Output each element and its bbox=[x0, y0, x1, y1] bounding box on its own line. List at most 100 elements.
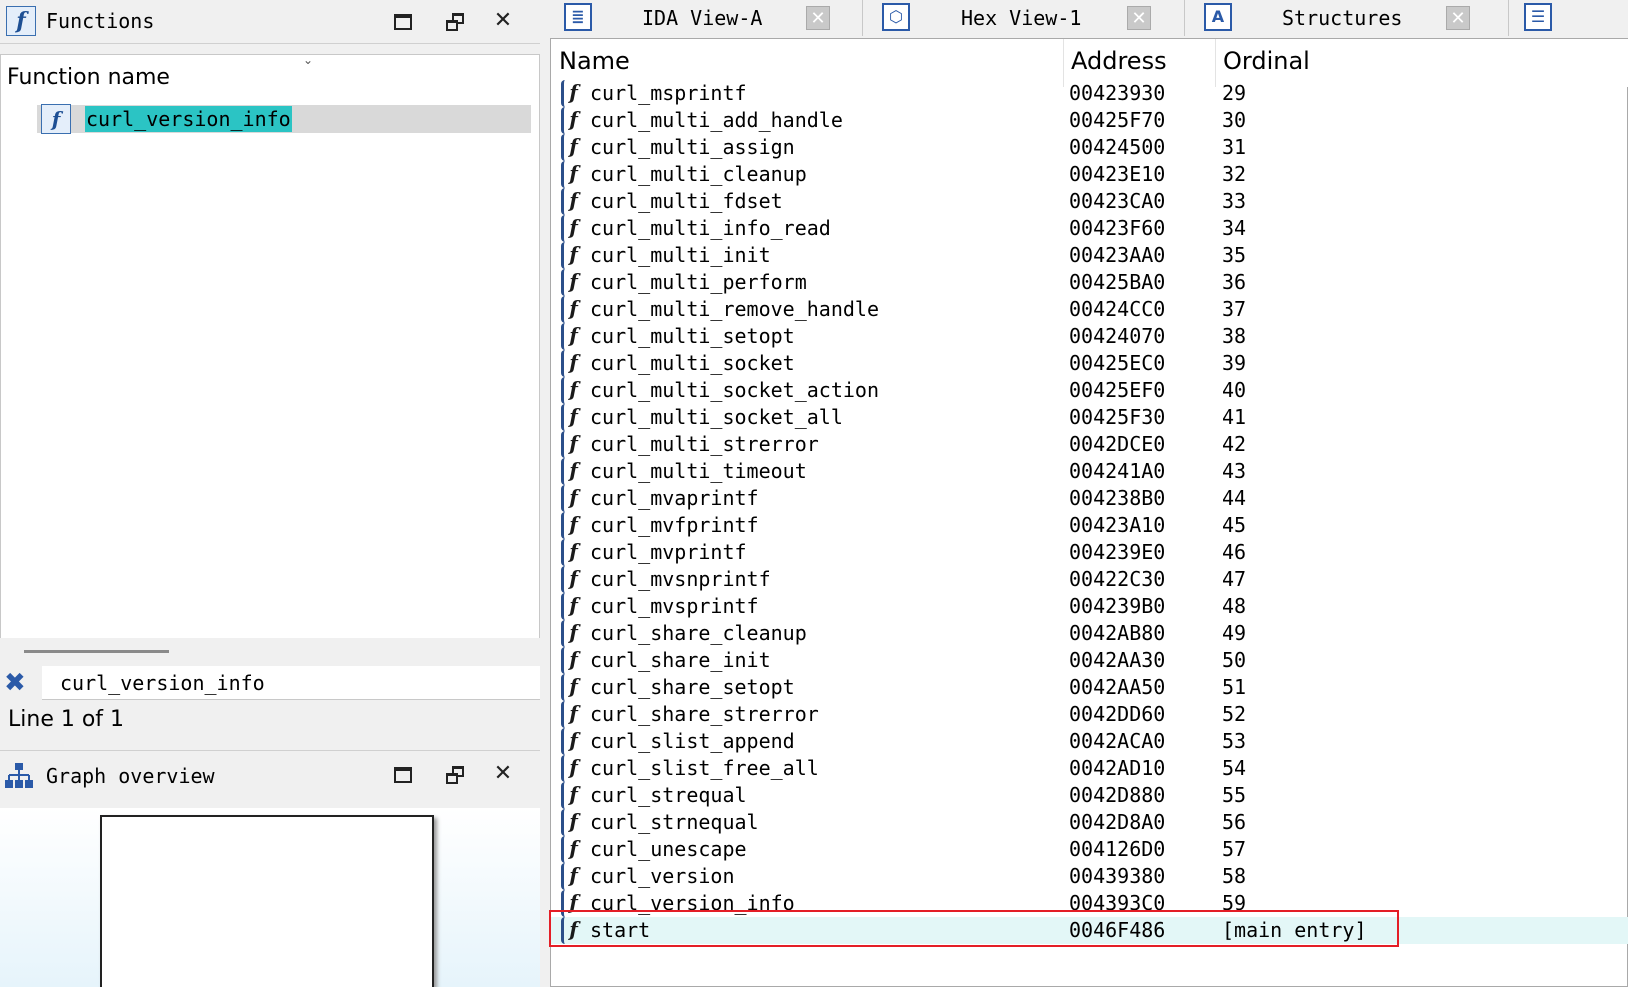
function-icon: f bbox=[561, 728, 583, 755]
export-name: curl_multi_socket bbox=[590, 351, 795, 375]
scrollbar-thumb[interactable] bbox=[24, 650, 169, 653]
table-row[interactable]: f curl_msprintf 00423930 29 bbox=[551, 80, 1628, 107]
functions-title: Functions bbox=[46, 9, 155, 33]
table-row[interactable]: f curl_unescape 004126D0 57 bbox=[551, 836, 1628, 863]
export-address: 0042D8A0 bbox=[1069, 810, 1166, 834]
maximize-button[interactable] bbox=[388, 7, 418, 37]
column-header-address[interactable]: Address bbox=[1071, 47, 1167, 75]
tab-structures[interactable]: A Structures ✕ bbox=[1186, 0, 1506, 36]
hex-icon: ⬡ bbox=[882, 3, 910, 31]
export-name: curl_share_cleanup bbox=[590, 621, 807, 645]
restore-button[interactable] bbox=[440, 7, 470, 37]
function-icon: f bbox=[561, 269, 583, 296]
table-row[interactable]: f curl_multi_socket_all 00425F30 41 bbox=[551, 404, 1628, 431]
table-row[interactable]: f curl_multi_info_read 00423F60 34 bbox=[551, 215, 1628, 242]
function-icon: f bbox=[561, 80, 583, 107]
restore-button[interactable] bbox=[440, 760, 470, 790]
export-ordinal: 29 bbox=[1222, 81, 1247, 105]
table-row[interactable]: f curl_mvaprintf 004238B0 44 bbox=[551, 485, 1628, 512]
function-name-column-header[interactable]: Function name bbox=[7, 65, 170, 90]
table-row[interactable]: f curl_multi_add_handle 00425F70 30 bbox=[551, 107, 1628, 134]
function-icon: f bbox=[561, 809, 583, 836]
tab-bar: ≣ IDA View-A ✕ ⬡ Hex View-1 ✕ A Structur… bbox=[550, 0, 1628, 38]
functions-list: Function name ⌄ f curl_version_info bbox=[0, 53, 540, 664]
functions-search-input[interactable] bbox=[42, 666, 540, 700]
tab-close-icon[interactable]: ✕ bbox=[806, 6, 830, 30]
table-row[interactable]: f curl_share_init 0042AA30 50 bbox=[551, 647, 1628, 674]
table-row[interactable]: f curl_version 00439380 58 bbox=[551, 863, 1628, 890]
table-row[interactable]: f curl_multi_perform 00425BA0 36 bbox=[551, 269, 1628, 296]
export-address: 0042AB80 bbox=[1069, 621, 1166, 645]
export-ordinal: 52 bbox=[1222, 702, 1247, 726]
table-row[interactable]: f curl_multi_socket 00425EC0 39 bbox=[551, 350, 1628, 377]
function-icon: f bbox=[561, 917, 583, 944]
close-button[interactable]: ✕ bbox=[488, 759, 518, 789]
table-row[interactable]: f curl_mvprintf 004239E0 46 bbox=[551, 539, 1628, 566]
export-address: 00425F70 bbox=[1069, 108, 1166, 132]
column-header-name[interactable]: Name bbox=[559, 47, 630, 75]
table-row[interactable]: f curl_slist_free_all 0042AD10 54 bbox=[551, 755, 1628, 782]
table-row[interactable]: f curl_multi_socket_action 00425EF0 40 bbox=[551, 377, 1628, 404]
table-row[interactable]: f curl_multi_remove_handle 00424CC0 37 bbox=[551, 296, 1628, 323]
close-button[interactable]: ✕ bbox=[488, 6, 518, 36]
restore-icon bbox=[446, 766, 464, 784]
table-row[interactable]: f curl_multi_setopt 00424070 38 bbox=[551, 323, 1628, 350]
function-row[interactable]: f curl_version_info bbox=[37, 104, 531, 134]
tab-ida-view-a[interactable]: ≣ IDA View-A ✕ bbox=[550, 0, 862, 36]
function-icon: f bbox=[561, 404, 583, 431]
table-row[interactable]: f curl_mvfprintf 00423A10 45 bbox=[551, 512, 1628, 539]
export-name: curl_multi_add_handle bbox=[590, 108, 843, 132]
graph-viewport-box[interactable] bbox=[100, 815, 434, 987]
export-name: curl_msprintf bbox=[590, 81, 747, 105]
export-name: curl_multi_cleanup bbox=[590, 162, 807, 186]
table-row[interactable]: f curl_multi_cleanup 00423E10 32 bbox=[551, 161, 1628, 188]
table-row[interactable]: f curl_share_setopt 0042AA50 51 bbox=[551, 674, 1628, 701]
function-icon: f bbox=[561, 539, 583, 566]
pane-splitter[interactable] bbox=[540, 0, 550, 987]
export-ordinal: 31 bbox=[1222, 135, 1247, 159]
column-header-ordinal[interactable]: Ordinal bbox=[1223, 47, 1310, 75]
tab-close-icon[interactable]: ✕ bbox=[1446, 6, 1470, 30]
export-address: 00423E10 bbox=[1069, 162, 1166, 186]
functions-horizontal-scrollbar[interactable] bbox=[0, 638, 540, 664]
export-ordinal: 58 bbox=[1222, 864, 1247, 888]
maximize-button[interactable] bbox=[388, 760, 418, 790]
graph-overview-titlebar: Graph overview ✕ bbox=[0, 750, 540, 800]
table-row[interactable]: f curl_multi_assign 00424500 31 bbox=[551, 134, 1628, 161]
table-row[interactable]: f curl_strnequal 0042D8A0 56 bbox=[551, 809, 1628, 836]
tab-close-icon[interactable]: ✕ bbox=[1127, 6, 1151, 30]
table-row[interactable]: f curl_strequal 0042D880 55 bbox=[551, 782, 1628, 809]
function-icon: f bbox=[561, 512, 583, 539]
graph-overview-canvas[interactable] bbox=[0, 808, 540, 987]
clear-filter-icon[interactable]: ✖ bbox=[4, 668, 26, 698]
tab-separator bbox=[1184, 0, 1185, 36]
export-address: 00422C30 bbox=[1069, 567, 1166, 591]
export-ordinal: 53 bbox=[1222, 729, 1247, 753]
function-icon: f bbox=[561, 377, 583, 404]
export-ordinal: 35 bbox=[1222, 243, 1247, 267]
function-icon: f bbox=[561, 458, 583, 485]
table-row[interactable]: f curl_share_strerror 0042DD60 52 bbox=[551, 701, 1628, 728]
export-ordinal: 47 bbox=[1222, 567, 1247, 591]
table-row[interactable]: f curl_mvsprintf 004239B0 48 bbox=[551, 593, 1628, 620]
table-row[interactable]: f curl_multi_timeout 004241A0 43 bbox=[551, 458, 1628, 485]
export-ordinal: 51 bbox=[1222, 675, 1247, 699]
table-row[interactable]: f curl_multi_strerror 0042DCE0 42 bbox=[551, 431, 1628, 458]
table-row[interactable]: f curl_version_info 004393C0 59 bbox=[551, 890, 1628, 917]
export-address: 0042AD10 bbox=[1069, 756, 1166, 780]
tab-more[interactable]: ☰ bbox=[1510, 0, 1570, 36]
export-address: 00425F30 bbox=[1069, 405, 1166, 429]
export-address: 004239B0 bbox=[1069, 594, 1166, 618]
graph-tree-icon bbox=[5, 763, 33, 788]
table-row[interactable]: f curl_share_cleanup 0042AB80 49 bbox=[551, 620, 1628, 647]
table-row[interactable]: f curl_multi_init 00423AA0 35 bbox=[551, 242, 1628, 269]
disassembly-icon: ≣ bbox=[564, 3, 592, 31]
table-row[interactable]: f start 0046F486 [main entry] bbox=[551, 917, 1628, 944]
table-row[interactable]: f curl_mvsnprintf 00422C30 47 bbox=[551, 566, 1628, 593]
function-icon: f bbox=[561, 161, 583, 188]
export-name: curl_strequal bbox=[590, 783, 747, 807]
sort-chevron-icon[interactable]: ⌄ bbox=[303, 53, 313, 67]
table-row[interactable]: f curl_slist_append 0042ACA0 53 bbox=[551, 728, 1628, 755]
table-row[interactable]: f curl_multi_fdset 00423CA0 33 bbox=[551, 188, 1628, 215]
tab-hex-view-1[interactable]: ⬡ Hex View-1 ✕ bbox=[864, 0, 1182, 36]
